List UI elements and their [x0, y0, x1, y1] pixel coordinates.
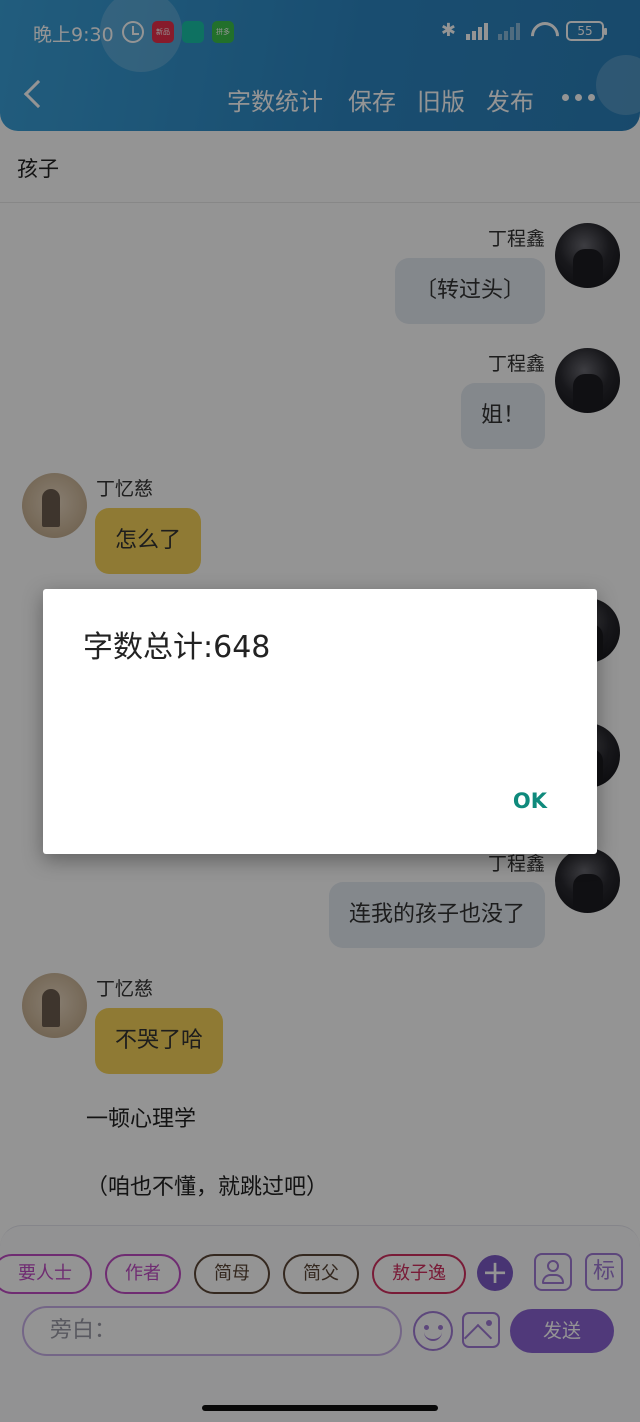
dialog-message: 字数总计:648	[83, 630, 271, 665]
word-count-dialog: 字数总计:648 OK	[43, 589, 597, 854]
ok-button[interactable]: OK	[513, 789, 547, 813]
